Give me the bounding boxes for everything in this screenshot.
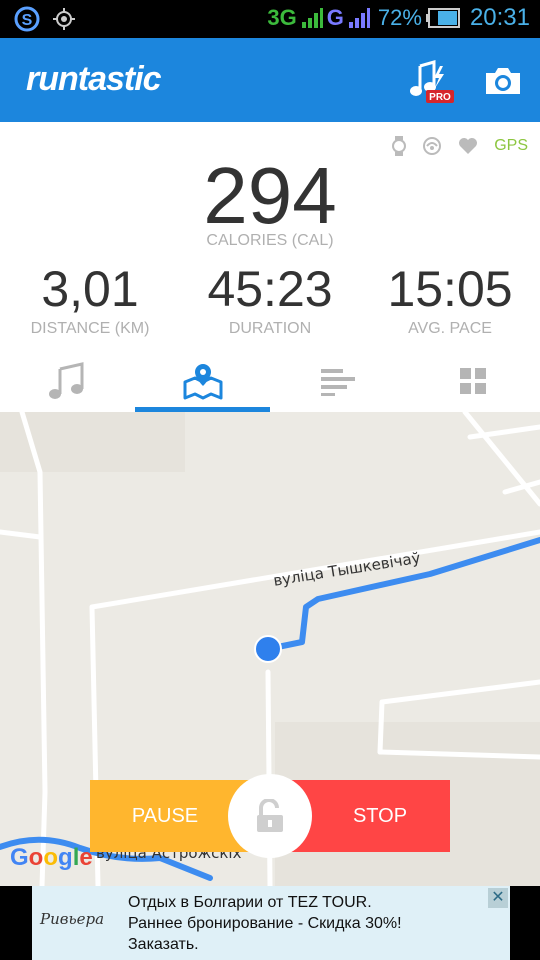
- bar-list-icon: [320, 369, 355, 396]
- sync-s-icon: S: [14, 6, 40, 32]
- network-g-label: G: [326, 5, 344, 30]
- clock: 20:31: [469, 4, 530, 31]
- ad-logo: Ривьера: [40, 910, 105, 928]
- pace-label: AVG. PACE: [408, 320, 492, 337]
- lock-button[interactable]: [228, 774, 312, 858]
- ad-banner[interactable]: Ривьера Отдых в Болгарии от TEZ TOUR. Ра…: [32, 886, 510, 960]
- network-3g-label: 3G: [267, 5, 297, 30]
- unlock-icon: [257, 799, 283, 832]
- stats-panel: GPS 294 CALORIES (CAL) 3,01 DISTANCE (KM…: [0, 122, 540, 412]
- duration-stat: 45:23 DURATION: [180, 260, 360, 338]
- duration-label: DURATION: [228, 320, 312, 337]
- calories-label: CALORIES (CAL): [206, 232, 334, 249]
- app-bar: runtastic PRO: [0, 38, 540, 122]
- pace-value: 15:05: [387, 261, 513, 317]
- tab-splits[interactable]: [270, 350, 405, 412]
- grid-icon: [459, 368, 486, 394]
- camera-button[interactable]: [484, 66, 522, 96]
- runtastic-logo: runtastic: [26, 60, 162, 98]
- view-tabs: [0, 350, 540, 412]
- tab-map[interactable]: [135, 350, 270, 412]
- map-icon: [183, 364, 222, 400]
- signal-strength-icon: [301, 8, 323, 28]
- distance-value: 3,01: [41, 261, 139, 317]
- battery-icon: [425, 8, 460, 28]
- signal-strength-2-icon: [348, 8, 370, 28]
- battery-percent: 72%: [377, 5, 422, 30]
- music-pro-icon: PRO: [410, 60, 454, 103]
- google-logo: Google: [10, 844, 93, 871]
- status-bar: S 3G G 72% 20:31: [0, 0, 540, 38]
- camera-icon: [486, 68, 520, 94]
- music-pro-button[interactable]: PRO: [410, 60, 456, 104]
- svg-text:S: S: [22, 12, 33, 29]
- pro-badge: PRO: [429, 92, 451, 103]
- ad-text: Отдых в Болгарии от TEZ TOUR. Раннее бро…: [128, 894, 402, 953]
- tab-dashboard[interactable]: [405, 350, 540, 412]
- ad-bar: Ривьера Отдых в Болгарии от TEZ TOUR. Ра…: [0, 886, 540, 960]
- tab-music[interactable]: [0, 350, 135, 412]
- calories-value: 294: [203, 151, 337, 240]
- duration-value: 45:23: [207, 261, 333, 317]
- location-target-icon: [53, 8, 75, 30]
- ad-close-button[interactable]: ✕: [488, 888, 508, 908]
- music-note-icon: [48, 362, 83, 399]
- distance-stat: 3,01 DISTANCE (KM): [0, 260, 180, 338]
- distance-label: DISTANCE (KM): [30, 320, 150, 337]
- pace-stat: 15:05 AVG. PACE: [360, 260, 540, 338]
